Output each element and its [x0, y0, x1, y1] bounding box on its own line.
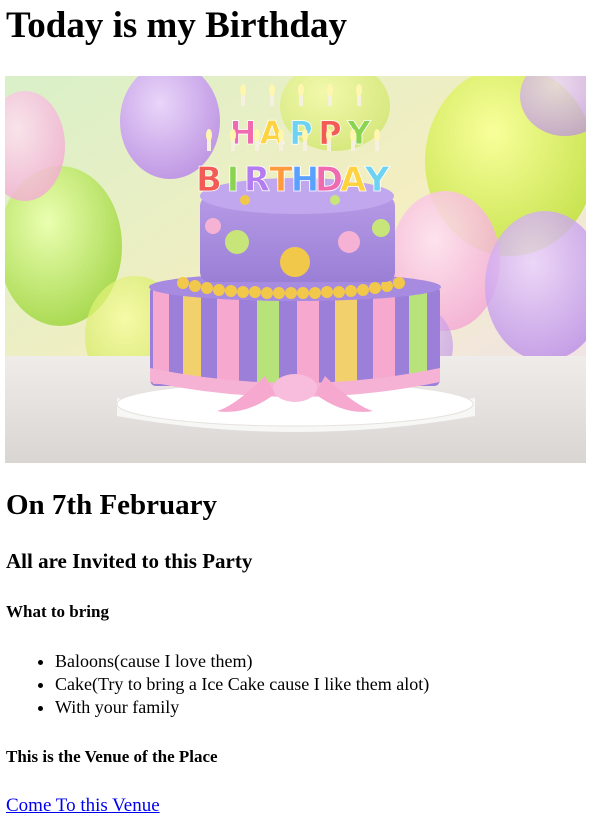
- invite-heading: All are Invited to this Party: [6, 549, 253, 573]
- candle-flame: [254, 129, 260, 141]
- candle-flame: [302, 129, 308, 141]
- topper-letter: Y: [346, 114, 371, 152]
- birthday-page: Today is my Birthday H A P Y B I R T H D…: [0, 0, 602, 823]
- candle-flame: [230, 129, 236, 141]
- topper-letter: I: [227, 160, 240, 200]
- topper-letter: P: [289, 114, 312, 152]
- candle-flame: [327, 84, 333, 96]
- topper-letter: B: [196, 160, 222, 200]
- list-item: With your family: [55, 696, 429, 719]
- candle-flame: [374, 129, 380, 141]
- candle-flame: [278, 129, 284, 141]
- bring-heading: What to bring: [6, 602, 109, 621]
- venue-link[interactable]: Come To this Venue: [6, 794, 160, 818]
- birthday-cake-image: HAPPYBIRTHDAY: [5, 76, 586, 463]
- candle-flame: [326, 129, 332, 141]
- candle-flame: [350, 129, 356, 141]
- page-title: Today is my Birthday: [6, 5, 347, 46]
- bring-list: Baloons(cause I love them) Cake(Try to b…: [34, 650, 429, 719]
- list-item: Baloons(cause I love them): [55, 650, 429, 673]
- candle-flame: [356, 84, 362, 96]
- topper-letter: R: [244, 160, 270, 200]
- list-item: Cake(Try to bring a Ice Cake cause I lik…: [55, 673, 429, 696]
- candle-flame: [206, 129, 212, 141]
- candle-flame: [269, 84, 275, 96]
- venue-heading: This is the Venue of the Place: [6, 747, 218, 766]
- topper-letter: Y: [364, 160, 390, 200]
- candle-flame: [298, 84, 304, 96]
- topper-letter: A: [340, 160, 367, 200]
- date-heading: On 7th February: [6, 489, 218, 521]
- candle-flame: [240, 84, 246, 96]
